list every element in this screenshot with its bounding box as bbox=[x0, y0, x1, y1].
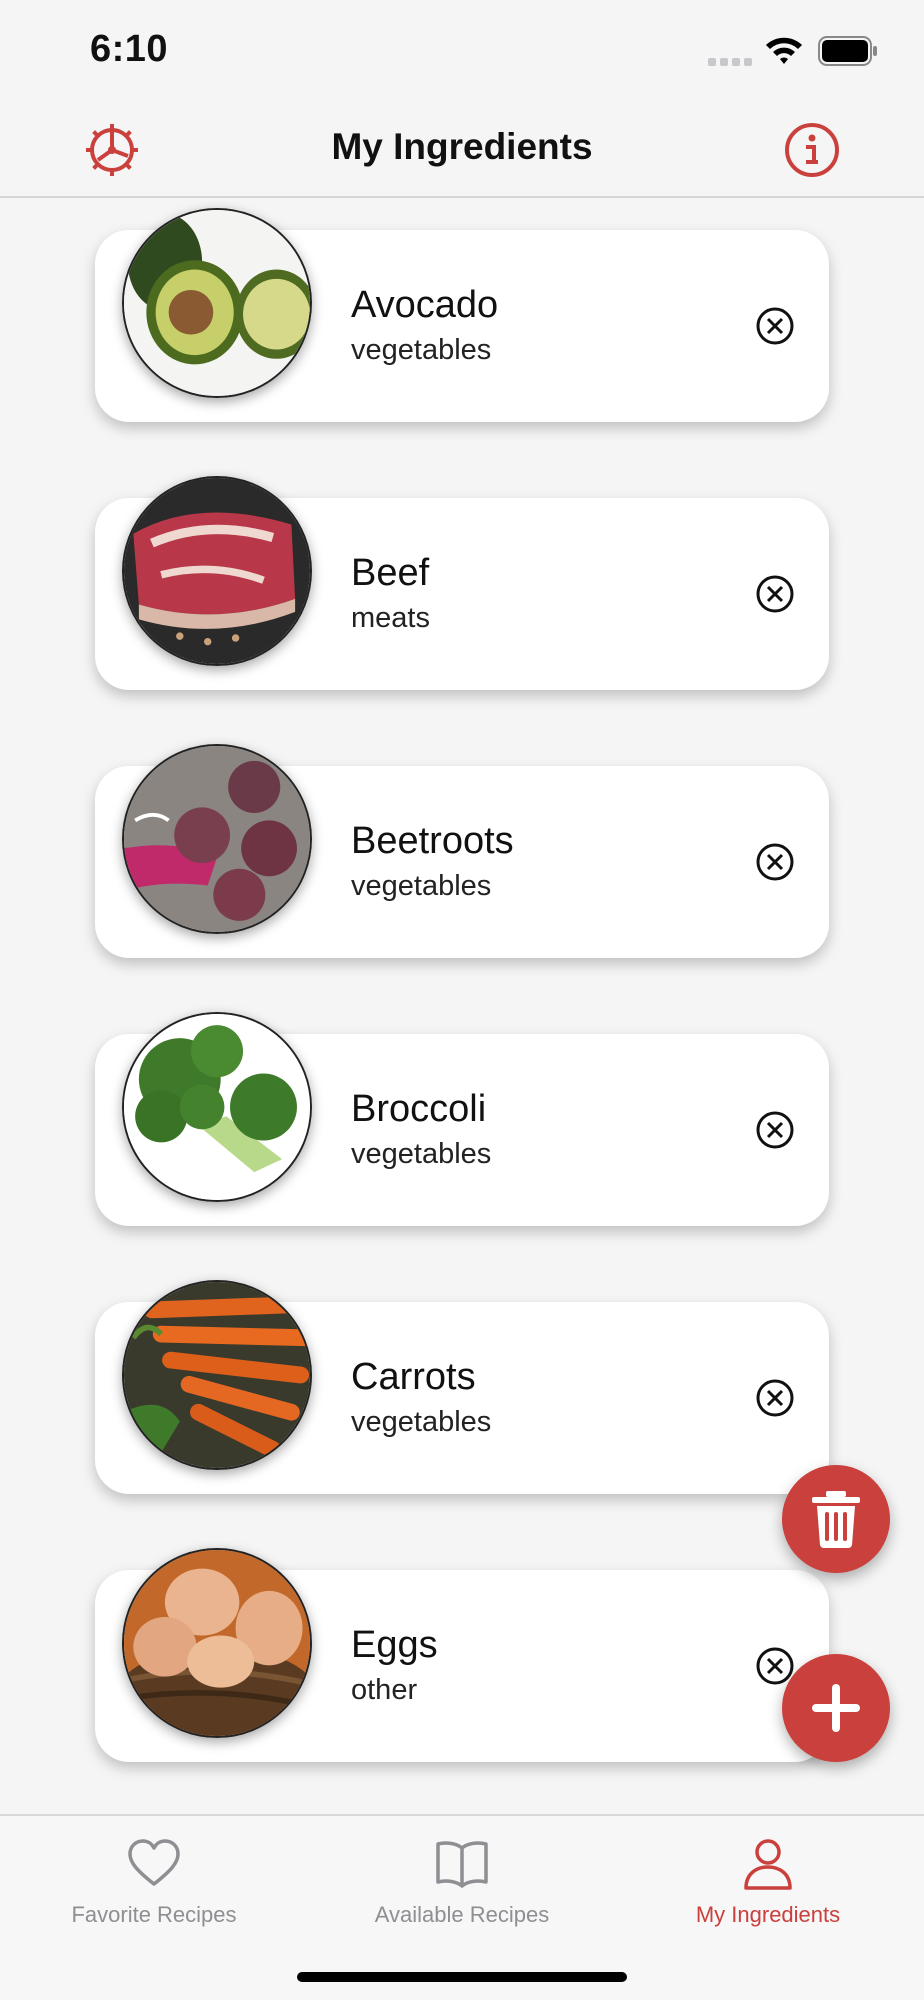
book-icon bbox=[436, 1841, 488, 1888]
ingredient-category: other bbox=[351, 1674, 418, 1706]
ingredient-list[interactable]: Avocado vegetables Beef meats Beetroots … bbox=[0, 200, 924, 1816]
home-indicator bbox=[297, 1972, 627, 1982]
beetroots-image bbox=[122, 744, 312, 934]
info-button[interactable] bbox=[780, 118, 844, 182]
ingredient-name: Broccoli bbox=[351, 1088, 487, 1130]
ingredient-category: vegetables bbox=[351, 1406, 492, 1438]
ingredient-category: vegetables bbox=[351, 334, 492, 366]
delete-all-button[interactable] bbox=[782, 1465, 890, 1573]
ingredient-name: Beef bbox=[351, 552, 430, 594]
tab-label: Available Recipes bbox=[374, 1902, 550, 1927]
beef-image bbox=[122, 476, 312, 666]
plus-icon bbox=[812, 1684, 860, 1732]
ingredient-category: meats bbox=[351, 602, 430, 634]
heart-icon bbox=[128, 1839, 180, 1886]
cellular-signal-icon bbox=[708, 58, 752, 66]
remove-ingredient-button[interactable] bbox=[755, 842, 795, 882]
ingredient-category: vegetables bbox=[351, 1138, 492, 1170]
ingredient-name: Beetroots bbox=[351, 820, 514, 862]
tab-favorite-recipes[interactable]: Favorite Recipes bbox=[24, 1836, 284, 1928]
info-icon bbox=[785, 123, 839, 177]
eggs-image bbox=[122, 1548, 312, 1738]
ingredient-name: Carrots bbox=[351, 1356, 476, 1398]
tab-my-ingredients[interactable]: My Ingredients bbox=[638, 1836, 898, 1928]
remove-ingredient-button[interactable] bbox=[755, 306, 795, 346]
wifi-icon bbox=[766, 37, 802, 64]
tab-label: My Ingredients bbox=[695, 1902, 841, 1927]
avocado-image bbox=[122, 208, 312, 398]
carrots-image bbox=[122, 1280, 312, 1470]
person-icon bbox=[744, 1839, 792, 1890]
status-bar: 6:10 bbox=[0, 0, 924, 100]
ingredient-category: vegetables bbox=[351, 870, 492, 902]
status-time: 6:10 bbox=[90, 28, 169, 70]
ingredient-name: Avocado bbox=[351, 284, 499, 326]
battery-icon bbox=[818, 36, 877, 66]
navigation-bar: My Ingredients bbox=[0, 100, 924, 198]
trash-icon bbox=[812, 1491, 860, 1548]
tab-available-recipes[interactable]: Available Recipes bbox=[332, 1836, 592, 1928]
broccoli-image bbox=[122, 1012, 312, 1202]
remove-ingredient-button[interactable] bbox=[755, 1378, 795, 1418]
ingredient-name: Eggs bbox=[351, 1624, 438, 1666]
add-ingredient-button[interactable] bbox=[782, 1654, 890, 1762]
remove-ingredient-button[interactable] bbox=[755, 1110, 795, 1150]
tab-label: Favorite Recipes bbox=[71, 1902, 237, 1927]
remove-ingredient-button[interactable] bbox=[755, 574, 795, 614]
